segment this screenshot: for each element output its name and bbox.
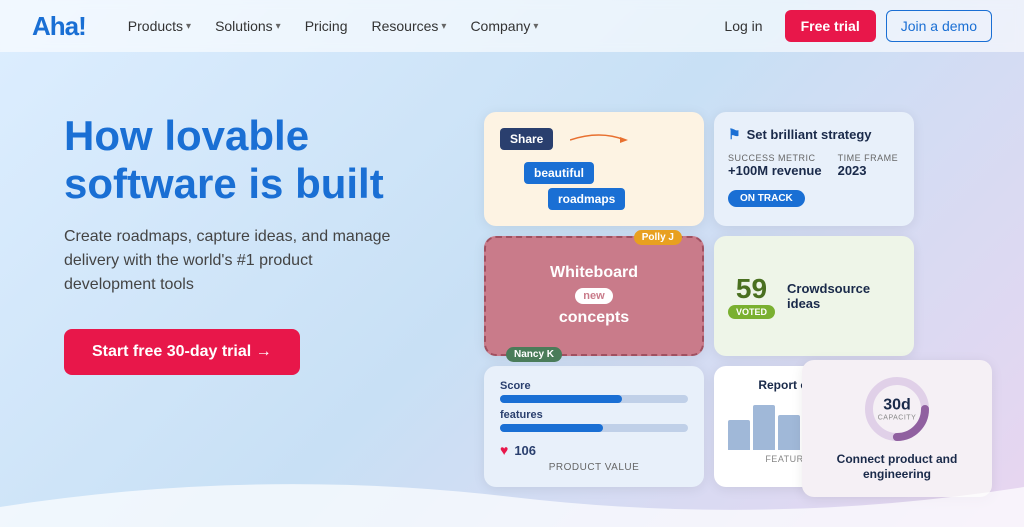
nav-links: Products ▾ Solutions ▾ Pricing Resources… — [118, 12, 713, 40]
logo[interactable]: Aha! — [32, 11, 86, 42]
start-trial-button[interactable]: Start free 30-day trial → — [64, 329, 300, 375]
nav-item-company[interactable]: Company ▾ — [460, 12, 548, 40]
roadmap-roadmaps-label: roadmaps — [548, 188, 625, 210]
strategy-title: ⚑ Set brilliant strategy — [728, 126, 900, 143]
score-bar-fill — [500, 395, 622, 403]
chevron-down-icon: ▾ — [276, 21, 281, 32]
score-heart: ♥ 106 — [500, 442, 688, 458]
score-value: 106 — [514, 443, 536, 458]
chevron-down-icon: ▾ — [441, 21, 446, 32]
free-trial-button[interactable]: Free trial — [785, 10, 876, 42]
nav-item-pricing[interactable]: Pricing — [295, 12, 358, 40]
time-frame-metric: TIME FRAME 2023 — [838, 153, 899, 178]
score-bar-bg — [500, 395, 688, 403]
roadmap-content: Share beautiful roadmaps — [500, 128, 688, 210]
join-demo-button[interactable]: Join a demo — [886, 10, 992, 42]
score-label: Score — [500, 380, 688, 392]
main-content: How lovable software is built Create roa… — [0, 52, 1024, 487]
roadmap-arrow-icon — [570, 130, 630, 150]
voted-block: 59 VOTED — [728, 273, 775, 319]
chart-bar — [778, 415, 800, 450]
polly-badge: Polly J — [634, 230, 682, 245]
login-button[interactable]: Log in — [712, 12, 774, 40]
hero-title: How lovable software is built — [64, 112, 444, 209]
heart-icon: ♥ — [500, 442, 508, 458]
whiteboard-panel: Polly J Whiteboard new concepts Nancy K — [484, 236, 704, 356]
navbar: Aha! Products ▾ Solutions ▾ Pricing Reso… — [0, 0, 1024, 52]
nav-actions: Log in Free trial Join a demo — [712, 10, 992, 42]
chart-bar — [753, 405, 775, 450]
roadmap-panel: Share beautiful roadmaps — [484, 112, 704, 226]
chevron-down-icon: ▾ — [186, 21, 191, 32]
success-metric: SUCCESS METRIC +100M revenue — [728, 153, 822, 178]
on-track-badge: ON TRACK — [728, 190, 805, 207]
roadmap-share-label: Share — [500, 128, 553, 150]
chart-bar — [728, 420, 750, 450]
whiteboard-new-badge: new — [575, 288, 612, 304]
features-bar-fill — [500, 424, 603, 432]
whiteboard-concepts: concepts — [559, 308, 629, 329]
crowdsource-panel: 59 VOTED Crowdsource ideas — [714, 236, 914, 356]
features-label: features — [500, 409, 688, 421]
voted-label: VOTED — [728, 305, 775, 319]
nav-item-solutions[interactable]: Solutions ▾ — [205, 12, 291, 40]
capacity-label: CAPACITY — [878, 414, 917, 421]
voted-number: 59 — [736, 273, 767, 305]
nav-item-products[interactable]: Products ▾ — [118, 12, 201, 40]
crowdsource-title: Crowdsource ideas — [787, 281, 900, 311]
nancy-badge: Nancy K — [506, 347, 562, 362]
wave-decoration — [0, 467, 1024, 527]
chevron-down-icon: ▾ — [533, 21, 538, 32]
capacity-number: 30d — [878, 396, 917, 414]
whiteboard-title: Whiteboard — [550, 263, 638, 284]
features-row: features — [500, 409, 688, 432]
hero-subtitle: Create roadmaps, capture ideas, and mana… — [64, 225, 404, 297]
features-bar-bg — [500, 424, 688, 432]
score-row: Score — [500, 380, 688, 403]
nav-item-resources[interactable]: Resources ▾ — [361, 12, 456, 40]
strategy-panel: ⚑ Set brilliant strategy SUCCESS METRIC … — [714, 112, 914, 226]
strategy-metrics: SUCCESS METRIC +100M revenue TIME FRAME … — [728, 153, 900, 178]
flag-icon: ⚑ — [728, 126, 741, 143]
hero-section: How lovable software is built Create roa… — [64, 92, 444, 487]
roadmap-beautiful-label: beautiful — [524, 162, 594, 184]
